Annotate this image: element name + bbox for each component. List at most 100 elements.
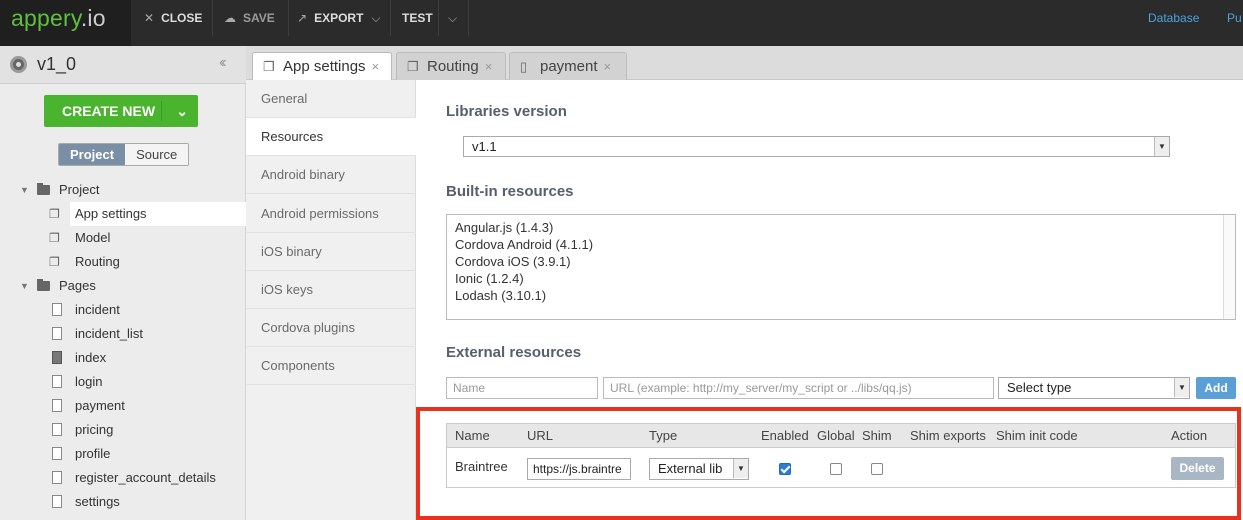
close-icon: ✕ [144,11,155,25]
tree-label: pricing [75,422,114,437]
settings-doc-icon: ❐ [49,207,60,221]
tree-label: Model [75,230,111,245]
save-button[interactable]: ☁ SAVE [224,0,275,46]
list-item: Cordova Android (4.1.1) [455,237,594,252]
subnav-components[interactable]: Components [246,347,416,385]
settings-doc-icon: ❐ [49,231,60,245]
editor-tabstrip: ❐ App settings × ❐ Routing × ▯ payment × [246,46,1243,81]
tree-label: index [75,350,107,365]
subnav-cordova-plugins[interactable]: Cordova plugins [246,309,416,347]
tab-app-settings[interactable]: ❐ App settings × [252,52,392,81]
tree-item-model[interactable]: ❐ Model [0,226,246,250]
global-checkbox[interactable] [830,463,842,475]
toolbar-divider [438,0,439,36]
tree-item-page[interactable]: pricing [0,418,246,442]
tree-folder-project[interactable]: ▼ Project [0,178,246,202]
tree-folder-pages[interactable]: ▼ Pages [0,274,246,298]
page-icon [52,327,62,340]
subnav-android-binary[interactable]: Android binary [246,156,416,194]
resources-panel: Libraries version v1.1 ▼ Built-in resour… [416,80,1243,520]
toggle-project[interactable]: Project [59,144,126,165]
create-new-button[interactable]: CREATE NEW ⌄ [44,95,198,127]
tree-item-page[interactable]: index [0,346,246,370]
tree-item-page[interactable]: payment [0,394,246,418]
libraries-version-heading: Libraries version [446,103,567,120]
settings-subnav: General Resources Android binary Android… [246,80,416,520]
test-button[interactable]: TEST [402,0,433,46]
toolbar-divider [288,0,289,36]
enabled-checkbox[interactable] [779,463,791,475]
tree-label: Pages [59,278,96,293]
select-arrow-icon: ▼ [1174,378,1189,397]
page-icon [52,423,62,436]
url-input[interactable]: URL (example: http://my_server/my_script… [603,377,994,399]
test-dropdown-button[interactable]: ⌵ [448,0,464,46]
tab-routing[interactable]: ❐ Routing × [396,52,506,80]
toolbar-divider [390,0,391,36]
column-header: Name [455,428,490,443]
tree-item-page[interactable]: profile [0,442,246,466]
toggle-source[interactable]: Source [125,144,189,165]
collapse-sidebar-icon[interactable]: ‹‹ [219,54,226,72]
subnav-android-permissions[interactable]: Android permissions [246,195,416,233]
tree-item-page[interactable]: settings [0,490,246,514]
resource-type-select[interactable]: External lib ▼ [649,458,749,480]
tree-item-app-settings[interactable]: ❐ App settings [49,202,246,226]
tab-close-icon[interactable]: × [604,59,612,74]
tab-close-icon[interactable]: × [485,59,493,74]
tree-label: Project [59,182,100,197]
folder-icon [37,279,50,291]
logo-area[interactable]: appery.io [0,0,131,46]
tree-label: Routing [75,254,120,269]
tab-close-icon[interactable]: × [372,59,380,74]
select-arrow-icon: ▼ [733,459,748,478]
expand-triangle-icon[interactable]: ▼ [20,178,29,202]
close-button[interactable]: ✕ CLOSE [144,0,202,46]
page-icon [52,399,62,412]
column-header: Enabled [761,428,809,443]
delete-button[interactable]: Delete [1171,457,1224,480]
tab-payment[interactable]: ▯ payment × [509,52,627,80]
column-header: Type [649,428,678,443]
external-resources-heading: External resources [446,344,582,361]
list-item: Lodash (3.10.1) [455,288,547,303]
toolbar-divider [212,0,213,36]
subnav-ios-keys[interactable]: iOS keys [246,271,416,309]
export-button[interactable]: ↗ EXPORT ⌵ [297,0,388,46]
appery-logo: appery.io [11,5,106,31]
name-input[interactable]: Name [446,377,598,399]
page-icon: ▯ [520,59,528,74]
chevron-down-icon[interactable]: ⌄ [176,95,188,127]
add-button[interactable]: Add [1196,377,1236,399]
truncated-link[interactable]: Pu [1227,11,1242,25]
toolbar-divider [468,0,469,36]
page-icon [52,471,62,484]
tree-label: incident_list [75,326,143,341]
external-resources-table: Name URL Type Enabled Global Shim Shim e… [446,423,1236,488]
expand-triangle-icon[interactable]: ▼ [20,274,29,298]
subnav-ios-binary[interactable]: iOS binary [246,233,416,271]
project-name: v1_0 [37,54,77,74]
page-icon [52,495,62,508]
tree-label: register_account_details [75,470,216,485]
start-page-icon [52,351,62,364]
tree-item-page[interactable]: login [0,370,246,394]
resource-url-input[interactable]: https://js.braintre [527,458,631,480]
folder-icon [37,183,50,195]
type-select[interactable]: Select type ▼ [998,377,1190,399]
project-header: v1_0 ‹‹ [0,46,246,84]
tree-item-page[interactable]: incident_list [0,322,246,346]
tree-item-page[interactable]: register_account_details [0,466,246,490]
settings-doc-icon: ❐ [49,255,60,269]
subnav-resources[interactable]: Resources [246,118,416,156]
tree-item-routing[interactable]: ❐ Routing [0,250,246,274]
subnav-general[interactable]: General [246,80,416,118]
database-link[interactable]: Database [1148,11,1199,25]
scrollbar[interactable] [1223,215,1235,319]
column-header: URL [527,428,554,443]
builtin-resources-list[interactable]: Angular.js (1.4.3) Cordova Android (4.1.… [446,214,1236,320]
tree-item-page[interactable]: incident [0,298,246,322]
shim-checkbox[interactable] [871,463,883,475]
libraries-version-select[interactable]: v1.1 ▼ [463,136,1170,157]
top-toolbar: appery.io ✕ CLOSE ☁ SAVE ↗ EXPORT ⌵ TEST ⌵ D… [0,0,1243,46]
